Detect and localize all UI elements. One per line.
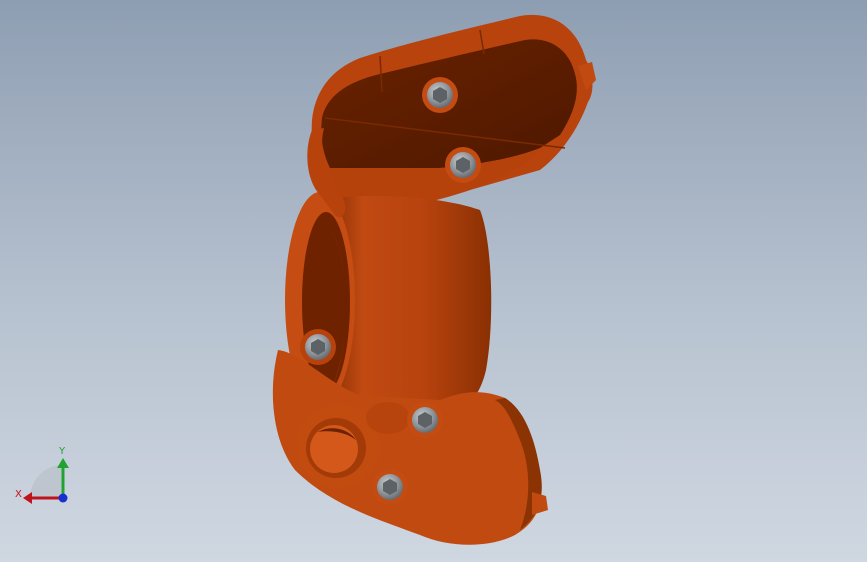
triad-x-arrow xyxy=(23,492,32,504)
lower-knob[interactable] xyxy=(366,402,410,434)
triad-z-axis xyxy=(58,493,68,503)
triad-y-label: Y xyxy=(58,446,66,457)
bolt-3[interactable] xyxy=(300,329,336,365)
bolt-1[interactable] xyxy=(422,77,458,113)
coordinate-triad: Y X xyxy=(15,446,69,504)
bolt-4[interactable] xyxy=(407,402,443,438)
bolt-5[interactable] xyxy=(372,469,408,505)
triad-x-label: X xyxy=(15,489,22,500)
triad-plane xyxy=(30,465,63,498)
lower-tab[interactable] xyxy=(532,492,548,515)
bolt-2[interactable] xyxy=(445,147,481,183)
triad-y-arrow xyxy=(57,458,69,468)
3d-model-clamp[interactable] xyxy=(0,0,867,562)
lower-boss-hole[interactable] xyxy=(310,425,358,473)
graphics-viewport[interactable]: Y X xyxy=(0,0,867,562)
